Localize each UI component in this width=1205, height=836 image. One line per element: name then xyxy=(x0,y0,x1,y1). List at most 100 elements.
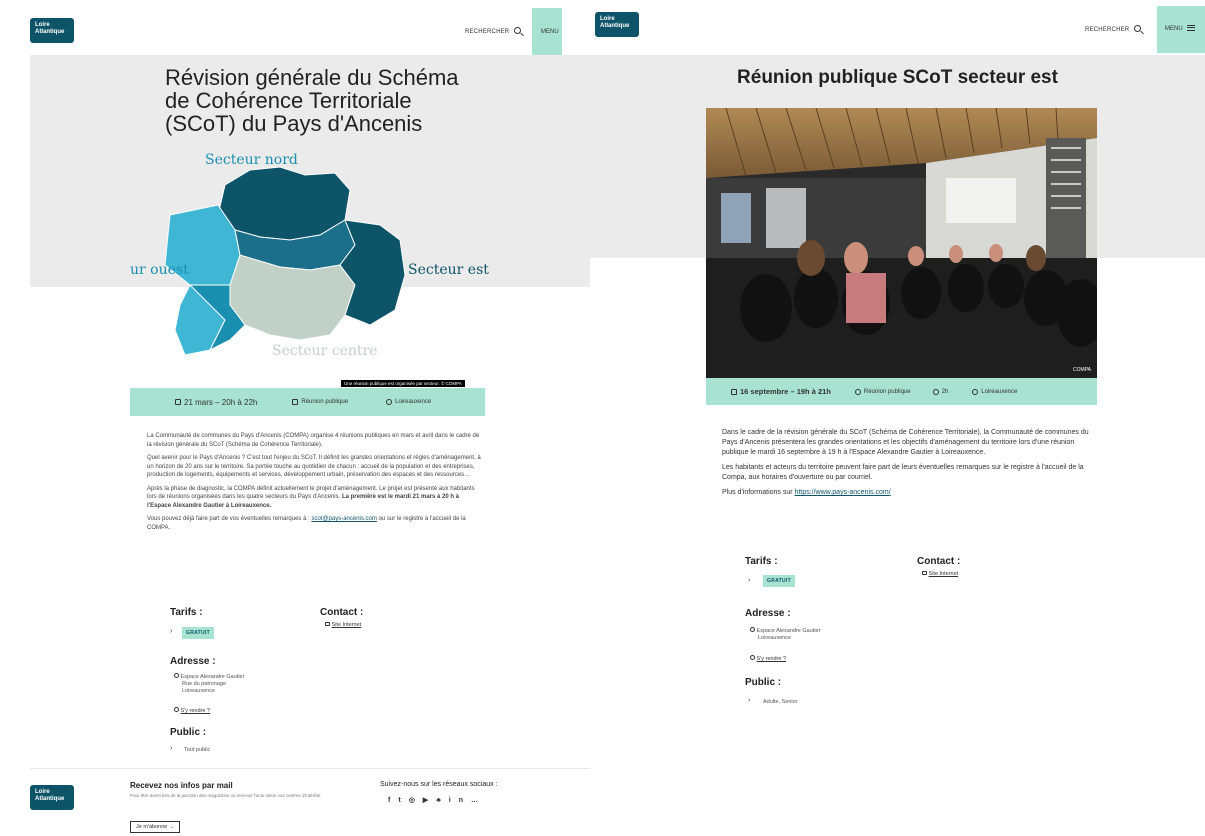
twitter-icon[interactable]: t xyxy=(398,797,408,804)
menu-button[interactable]: MENU xyxy=(1157,6,1205,53)
more-info-text: Plus d'informations sur xyxy=(722,489,793,496)
contact-heading: Contact : xyxy=(917,556,961,567)
public-value: Tout public xyxy=(184,747,211,753)
more-icon[interactable]: … xyxy=(471,797,486,804)
youtube-icon[interactable]: ▶ xyxy=(423,797,436,804)
location-icon xyxy=(386,399,393,405)
compass-icon xyxy=(750,655,755,660)
map-label-nord: Secteur nord xyxy=(205,152,298,168)
public-heading: Public : xyxy=(170,727,207,738)
subscribe-label: Je m'abonne xyxy=(136,824,168,830)
address-line-2: Rue du patronage xyxy=(182,681,227,687)
location-icon xyxy=(972,388,979,395)
public-heading: Public : xyxy=(745,677,782,688)
paragraph-4: Vous pouvez déjà faire part de vos évent… xyxy=(147,515,482,532)
footer-logo-line1: Loire xyxy=(35,789,50,795)
public-value: Adulte, Senior xyxy=(763,699,798,705)
web-icon xyxy=(325,622,330,626)
tarif-badge: GRATUIT xyxy=(763,575,795,587)
paragraph-2: Les habitants et acteurs du territoire p… xyxy=(722,464,1084,481)
header: Loire Atlantique RECHERCHER MENU xyxy=(590,0,1205,55)
location-icon xyxy=(174,673,179,678)
website-link[interactable]: https://www.pays-ancenis.com/ xyxy=(795,489,891,496)
clock-icon xyxy=(932,388,939,395)
chevron-right-icon: › xyxy=(748,697,751,704)
logo[interactable]: Loire Atlantique xyxy=(595,12,639,37)
event-photo: COMPA xyxy=(706,108,1097,378)
tarifs-heading: Tarifs : xyxy=(745,556,778,567)
contact-website-link[interactable]: Site Internet xyxy=(929,571,959,577)
instagram-icon[interactable]: ◎ xyxy=(409,797,423,804)
location-icon xyxy=(750,627,755,632)
linkedin-icon[interactable]: in xyxy=(449,797,471,804)
menu-label: MENU xyxy=(541,29,559,35)
address-line-3: Loireauxence xyxy=(182,688,216,694)
article-body: La Communauté de communes du Pays d'Ance… xyxy=(147,432,482,537)
address-line-1: Espace Alexandre Gautier xyxy=(756,628,821,634)
event-type: Réunion publique xyxy=(854,388,911,395)
map-label-ouest: ur ouest xyxy=(130,262,189,278)
event-duration-text: 2h xyxy=(941,388,949,395)
directions-text[interactable]: S'y rendre ? xyxy=(757,656,786,662)
event-type-text: Réunion publique xyxy=(863,388,911,395)
footer-logo[interactable]: Loire Atlantique xyxy=(30,785,74,810)
compass-icon xyxy=(174,707,179,712)
contact-website[interactable]: Site Internet xyxy=(922,571,958,578)
photo-credit: COMPA xyxy=(1073,367,1091,373)
paragraph-1: La Communauté de communes du Pays d'Ance… xyxy=(147,433,480,448)
address-line-2: Loireauxence xyxy=(758,635,792,641)
logo-line2: Atlantique xyxy=(35,29,65,35)
paragraph-3: Plus d'informations sur https://www.pays… xyxy=(722,488,1102,498)
event-type-text: Réunion publique xyxy=(301,399,349,405)
chevron-right-icon: › xyxy=(748,577,751,584)
adresse-heading: Adresse : xyxy=(170,656,216,667)
chevron-right-icon: › xyxy=(170,628,173,635)
web-icon xyxy=(922,571,927,575)
subscribe-button[interactable]: Je m'abonne → xyxy=(130,821,181,833)
newsletter-title: Recevez nos infos par mail xyxy=(130,781,233,790)
event-info-bar: 21 mars – 20h à 22h Réunion publique Loi… xyxy=(130,388,485,416)
menu-label: MENU xyxy=(1165,26,1183,32)
page-title: Réunion publique SCoT secteur est xyxy=(737,67,1058,88)
directions-text[interactable]: S'y rendre ? xyxy=(181,708,210,714)
sector-map xyxy=(164,166,406,356)
facebook-icon[interactable]: f xyxy=(388,797,398,804)
contact-website[interactable]: Site Internet xyxy=(325,622,361,629)
search-button[interactable]: RECHERCHER xyxy=(1085,25,1142,33)
calendar-icon xyxy=(731,388,737,395)
event-place: Loireauxence xyxy=(972,388,1018,395)
social-icon-5[interactable]: ♣ xyxy=(436,797,449,804)
search-button[interactable]: RECHERCHER xyxy=(465,27,522,35)
directions-link[interactable]: S'y rendre ? xyxy=(750,655,786,663)
event-date-text: 21 mars – 20h à 22h xyxy=(184,397,258,407)
footer-logo-line2: Atlantique xyxy=(35,796,65,802)
header: Loire Atlantique RECHERCHER MENU xyxy=(0,0,590,55)
map-region-centre xyxy=(229,254,356,341)
event-date: 21 mars – 20h à 22h xyxy=(175,398,257,407)
event-info-bar: 16 septembre – 19h à 21h Réunion publiqu… xyxy=(706,378,1097,405)
paragraph-3: Après la phase de diagnostic, la COMPA d… xyxy=(147,485,482,511)
search-icon xyxy=(1134,25,1142,32)
directions-link[interactable]: S'y rendre ? xyxy=(174,707,210,715)
event-place-text: Loireauxence xyxy=(981,388,1018,395)
adresse-heading: Adresse : xyxy=(745,608,791,619)
search-label: RECHERCHER xyxy=(1085,27,1130,33)
map-label-centre: Secteur centre xyxy=(272,343,378,359)
email-link[interactable]: scot@pays-ancenis.com xyxy=(311,516,376,522)
address-block: Espace Alexandre Gautier Rue du patronag… xyxy=(174,673,244,695)
right-page: Loire Atlantique RECHERCHER MENU Réunion… xyxy=(590,0,1205,836)
menu-button[interactable]: MENU xyxy=(532,8,562,55)
map-label-est: Secteur est xyxy=(408,262,489,278)
contact-website-link[interactable]: Site Internet xyxy=(332,622,362,628)
footer: Loire Atlantique Recevez nos infos par m… xyxy=(30,768,590,836)
event-place: Loireauxence xyxy=(386,399,431,405)
logo[interactable]: Loire Atlantique xyxy=(30,18,74,43)
chat-icon xyxy=(854,388,861,395)
left-page: Loire Atlantique RECHERCHER MENU Révisio… xyxy=(0,0,590,836)
tarifs-heading: Tarifs : xyxy=(170,607,203,618)
logo-line1: Loire xyxy=(600,16,615,22)
calendar-icon xyxy=(175,399,181,405)
meeting-room-image xyxy=(706,108,1097,378)
social-title: Suivez-nous sur les réseaux sociaux : xyxy=(380,781,498,788)
social-icons: ft◎▶♣in… xyxy=(388,796,486,804)
